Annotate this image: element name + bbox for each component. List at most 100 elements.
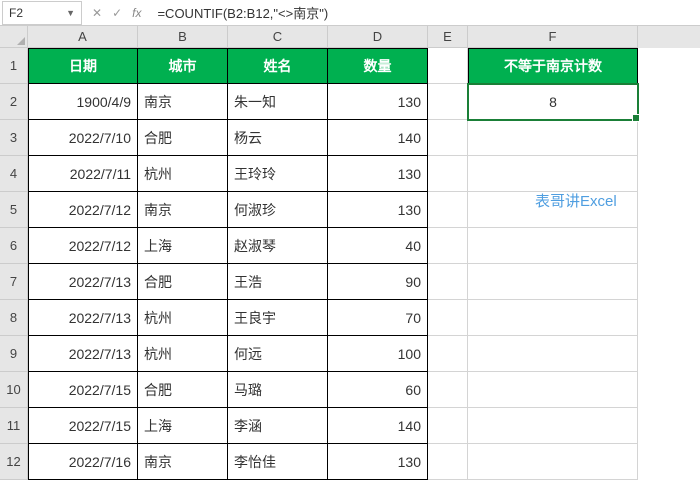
row-header[interactable]: 8 xyxy=(0,300,28,336)
row-header[interactable]: 2 xyxy=(0,84,28,120)
row-header[interactable]: 10 xyxy=(0,372,28,408)
cell-city[interactable]: 南京 xyxy=(138,84,228,120)
cell-qty[interactable]: 100 xyxy=(328,336,428,372)
cell-qty[interactable]: 70 xyxy=(328,300,428,336)
cell-f[interactable] xyxy=(468,300,638,336)
cell-city[interactable]: 合肥 xyxy=(138,264,228,300)
cell-f[interactable] xyxy=(468,120,638,156)
cell-qty[interactable]: 130 xyxy=(328,84,428,120)
cell-e[interactable] xyxy=(428,192,468,228)
cell-date[interactable]: 2022/7/12 xyxy=(28,192,138,228)
cell-f[interactable] xyxy=(468,372,638,408)
cell-e1[interactable] xyxy=(428,48,468,84)
cell-e[interactable] xyxy=(428,300,468,336)
cell-f[interactable] xyxy=(468,156,638,192)
row-header[interactable]: 6 xyxy=(0,228,28,264)
cancel-icon[interactable]: ✕ xyxy=(92,6,102,20)
col-header-a[interactable]: A xyxy=(28,26,138,48)
cell-e[interactable] xyxy=(428,84,468,120)
cell-name[interactable]: 何远 xyxy=(228,336,328,372)
cell-date[interactable]: 2022/7/16 xyxy=(28,444,138,480)
table-row: 8 2022/7/13 杭州 王良宇 70 xyxy=(0,300,700,336)
cell-date[interactable]: 2022/7/13 xyxy=(28,264,138,300)
cell-date[interactable]: 2022/7/11 xyxy=(28,156,138,192)
cell-date[interactable]: 1900/4/9 xyxy=(28,84,138,120)
fx-icon[interactable]: fx xyxy=(132,6,141,20)
cell-e[interactable] xyxy=(428,228,468,264)
formula-input[interactable]: =COUNTIF(B2:B12,"<>南京") xyxy=(151,3,700,22)
cell-qty[interactable]: 60 xyxy=(328,372,428,408)
cell-name[interactable]: 王浩 xyxy=(228,264,328,300)
row-header[interactable]: 4 xyxy=(0,156,28,192)
cell-e[interactable] xyxy=(428,408,468,444)
cell-date[interactable]: 2022/7/13 xyxy=(28,336,138,372)
cell-date[interactable]: 2022/7/10 xyxy=(28,120,138,156)
spreadsheet: A B C D E F 1 日期 城市 姓名 数量 不等于南京计数 2 1900… xyxy=(0,26,700,480)
cell-qty[interactable]: 140 xyxy=(328,120,428,156)
row-header[interactable]: 3 xyxy=(0,120,28,156)
cell-qty[interactable]: 40 xyxy=(328,228,428,264)
cell-city[interactable]: 杭州 xyxy=(138,156,228,192)
cell-city[interactable]: 合肥 xyxy=(138,120,228,156)
table-row: 6 2022/7/12 上海 赵淑琴 40 xyxy=(0,228,700,264)
cell-date[interactable]: 2022/7/15 xyxy=(28,372,138,408)
col-header-b[interactable]: B xyxy=(138,26,228,48)
cell-date[interactable]: 2022/7/12 xyxy=(28,228,138,264)
cell-qty[interactable]: 90 xyxy=(328,264,428,300)
cell-qty[interactable]: 140 xyxy=(328,408,428,444)
row-header[interactable]: 12 xyxy=(0,444,28,480)
header-date[interactable]: 日期 xyxy=(28,48,138,84)
header-name[interactable]: 姓名 xyxy=(228,48,328,84)
col-header-d[interactable]: D xyxy=(328,26,428,48)
cell-name[interactable]: 赵淑琴 xyxy=(228,228,328,264)
check-icon[interactable]: ✓ xyxy=(112,6,122,20)
cell-qty[interactable]: 130 xyxy=(328,192,428,228)
cell-e[interactable] xyxy=(428,156,468,192)
cell-name[interactable]: 李涵 xyxy=(228,408,328,444)
cell-city[interactable]: 南京 xyxy=(138,192,228,228)
cell-f[interactable] xyxy=(468,408,638,444)
cell-name[interactable]: 马璐 xyxy=(228,372,328,408)
cell-name[interactable]: 李怡佳 xyxy=(228,444,328,480)
name-box[interactable]: F2 ▼ xyxy=(2,1,82,25)
cell-qty[interactable]: 130 xyxy=(328,444,428,480)
cell-city[interactable]: 上海 xyxy=(138,228,228,264)
cell-city[interactable]: 杭州 xyxy=(138,336,228,372)
cell-name[interactable]: 何淑珍 xyxy=(228,192,328,228)
row-header[interactable]: 7 xyxy=(0,264,28,300)
cell-f[interactable] xyxy=(468,444,638,480)
cell-qty[interactable]: 130 xyxy=(328,156,428,192)
col-header-e[interactable]: E xyxy=(428,26,468,48)
cell-city[interactable]: 杭州 xyxy=(138,300,228,336)
cell-date[interactable]: 2022/7/15 xyxy=(28,408,138,444)
cell-e[interactable] xyxy=(428,120,468,156)
cell-name[interactable]: 王玲玲 xyxy=(228,156,328,192)
cell-e[interactable] xyxy=(428,264,468,300)
select-all-corner[interactable] xyxy=(0,26,28,48)
cell-f[interactable] xyxy=(468,264,638,300)
header-qty[interactable]: 数量 xyxy=(328,48,428,84)
col-header-c[interactable]: C xyxy=(228,26,328,48)
row-header[interactable]: 5 xyxy=(0,192,28,228)
table-row: 11 2022/7/15 上海 李涵 140 xyxy=(0,408,700,444)
row-header[interactable]: 9 xyxy=(0,336,28,372)
cell-result[interactable]: 8 xyxy=(468,84,638,120)
cell-city[interactable]: 南京 xyxy=(138,444,228,480)
header-city[interactable]: 城市 xyxy=(138,48,228,84)
cell-name[interactable]: 杨云 xyxy=(228,120,328,156)
cell-e[interactable] xyxy=(428,372,468,408)
header-count[interactable]: 不等于南京计数 xyxy=(468,48,638,84)
cell-name[interactable]: 王良宇 xyxy=(228,300,328,336)
cell-city[interactable]: 合肥 xyxy=(138,372,228,408)
row-header[interactable]: 1 xyxy=(0,48,28,84)
cell-e[interactable] xyxy=(428,336,468,372)
cell-e[interactable] xyxy=(428,444,468,480)
cell-date[interactable]: 2022/7/13 xyxy=(28,300,138,336)
cell-f[interactable] xyxy=(468,228,638,264)
row-header[interactable]: 11 xyxy=(0,408,28,444)
cell-f[interactable] xyxy=(468,336,638,372)
cell-f[interactable] xyxy=(468,192,638,228)
cell-name[interactable]: 朱一知 xyxy=(228,84,328,120)
col-header-f[interactable]: F xyxy=(468,26,638,48)
cell-city[interactable]: 上海 xyxy=(138,408,228,444)
